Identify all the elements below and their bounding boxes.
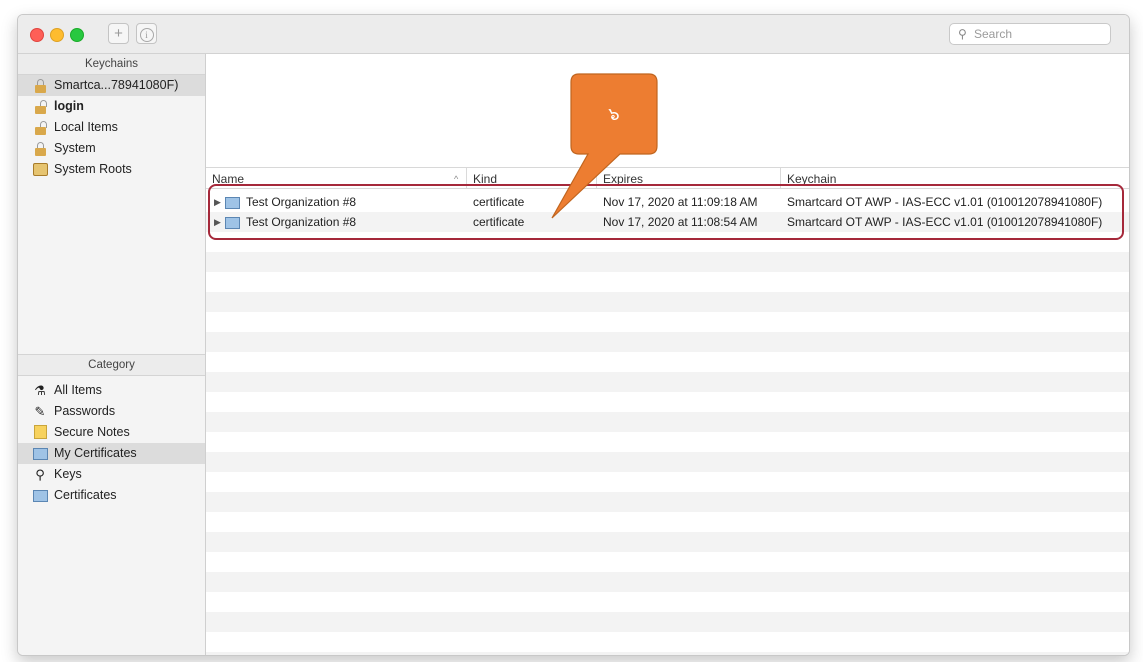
callout-number: ๖ [608, 104, 620, 124]
